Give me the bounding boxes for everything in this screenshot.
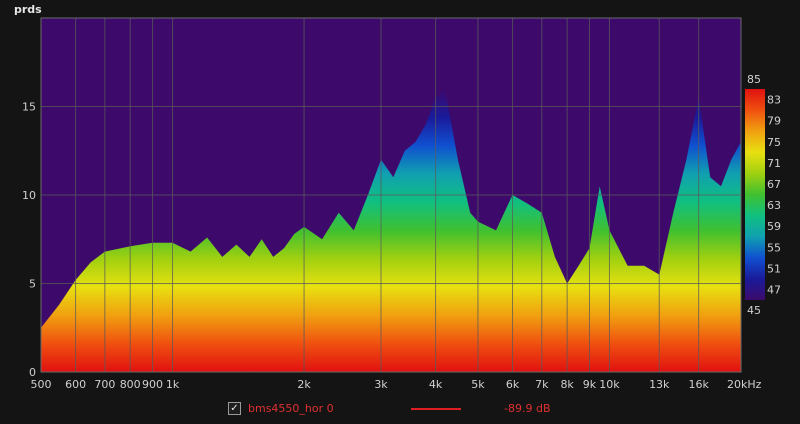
colorbar-tick-label: 71: [767, 157, 781, 170]
x-tick-label: 600: [65, 378, 86, 391]
legend: ✓ bms4550_hor 0 -89.9 dB: [0, 401, 800, 419]
x-tick-label: 2k: [297, 378, 311, 391]
legend-series-name[interactable]: bms4550_hor 0: [248, 402, 334, 415]
y-tick-label: 15: [22, 101, 36, 114]
chart-stage: prds 500 600 700 800 900 1k 2k 3k 4k 5k 6k 7k 8k 9k 10…: [0, 0, 800, 424]
colorbar-tick-label: 59: [767, 220, 781, 233]
x-tick-label: 900: [142, 378, 163, 391]
series-toggle-checkbox[interactable]: ✓: [228, 402, 241, 415]
heatmap-chart[interactable]: 500 600 700 800 900 1k 2k 3k 4k 5k 6k 7k 8k 9k 10k 13k 1…: [0, 0, 800, 400]
x-tick-label: 16k: [688, 378, 709, 391]
colorbar-tick-label: 55: [767, 241, 781, 254]
colorbar-tick-label: 45: [747, 304, 761, 317]
y-tick-label: 10: [22, 189, 36, 202]
colorbar-tick-label: 79: [767, 115, 781, 128]
x-tick-label: 1k: [166, 378, 180, 391]
colorbar-tick-label: 85: [747, 73, 761, 86]
x-tick-label: 10k: [599, 378, 620, 391]
colorbar-tick-label: 83: [767, 94, 781, 107]
x-tick-label: 700: [94, 378, 115, 391]
legend-line-swatch: [411, 408, 461, 410]
colorbar-tick-label: 47: [767, 283, 781, 296]
colorbar-tick-label: 51: [767, 262, 781, 275]
y-tick-label: 0: [29, 366, 36, 379]
x-tick-label: 13k: [649, 378, 670, 391]
colorbar-tick-label: 63: [767, 199, 781, 212]
x-tick-label: 9k: [583, 378, 597, 391]
colorbar: 85 83 79 75 71 67 63 59 55 51 47 45: [745, 73, 781, 317]
x-tick-label: 4k: [429, 378, 443, 391]
x-tick-label: 8k: [560, 378, 574, 391]
x-tick-label: 6k: [506, 378, 520, 391]
colorbar-tick-label: 75: [767, 136, 781, 149]
x-tick-label: 500: [31, 378, 52, 391]
x-tick-label: 7k: [535, 378, 549, 391]
x-tick-label: 5k: [471, 378, 485, 391]
x-tick-label: 20kHz: [727, 378, 762, 391]
x-tick-label: 800: [120, 378, 141, 391]
legend-series-value: -89.9 dB: [504, 402, 551, 415]
x-tick-label: 3k: [374, 378, 388, 391]
y-tick-label: 5: [29, 278, 36, 291]
colorbar-tick-label: 67: [767, 178, 781, 191]
colorbar-gradient: [745, 89, 765, 300]
